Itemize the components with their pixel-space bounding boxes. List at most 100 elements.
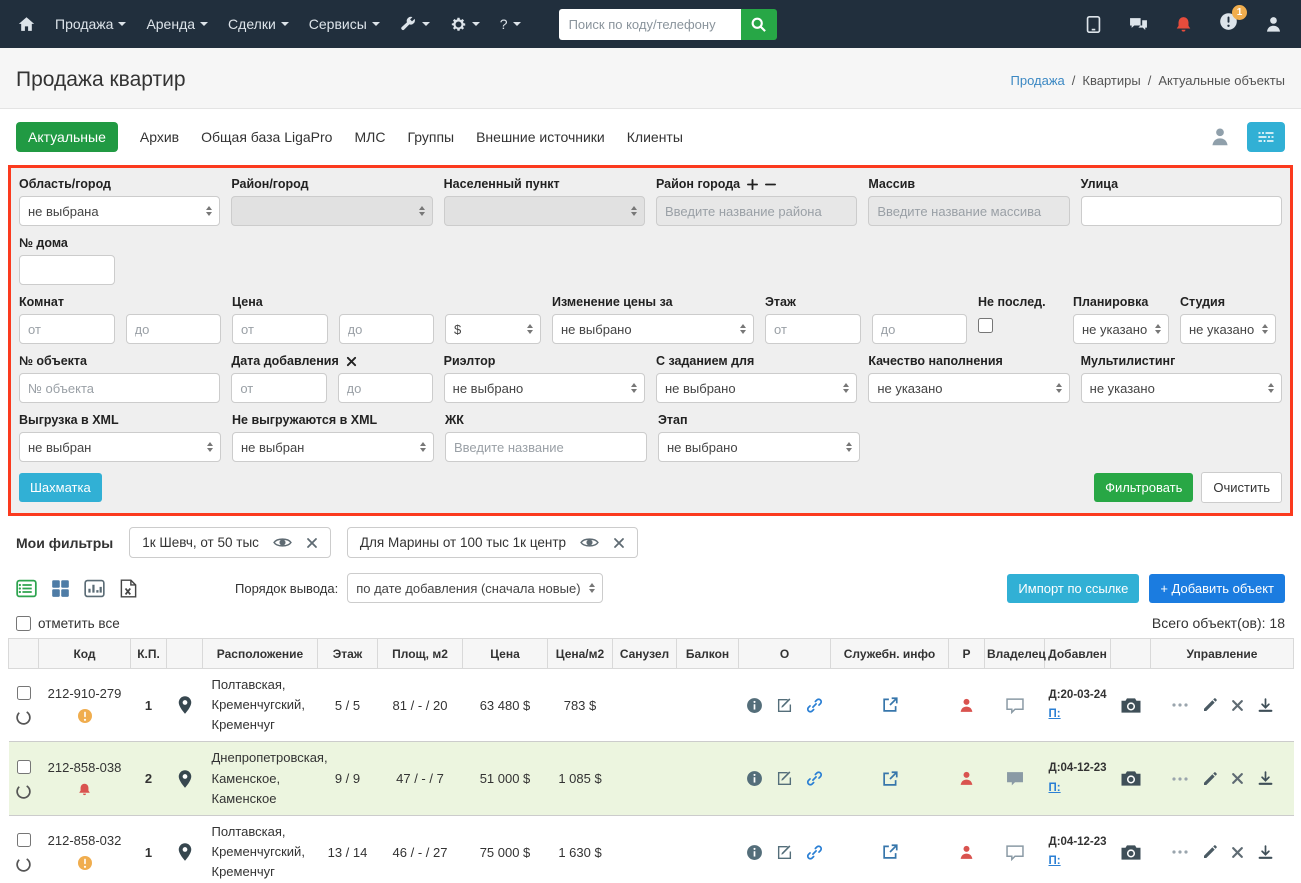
- tab-arhiv[interactable]: Архив: [140, 122, 179, 152]
- info-icon[interactable]: [746, 770, 763, 787]
- col-balcony[interactable]: Балкон: [676, 638, 739, 669]
- street-input[interactable]: [1080, 196, 1282, 226]
- published-link[interactable]: П:: [1049, 852, 1108, 872]
- list-view-icon[interactable]: [16, 579, 37, 598]
- map-pin-icon[interactable]: [175, 695, 195, 715]
- camera-icon[interactable]: [1120, 696, 1142, 715]
- warning-icon[interactable]: [77, 708, 93, 724]
- clear-button[interactable]: Очистить: [1201, 472, 1282, 503]
- currency-select[interactable]: $: [445, 314, 541, 344]
- region-select[interactable]: не выбрана: [19, 196, 221, 226]
- info-icon[interactable]: [746, 697, 763, 714]
- remove-filter-icon[interactable]: [306, 537, 318, 549]
- task-for-select[interactable]: не выбрано: [655, 373, 858, 403]
- external-link-icon[interactable]: [881, 770, 899, 788]
- massiv-input[interactable]: [868, 196, 1070, 226]
- device-icon[interactable]: [1084, 15, 1103, 34]
- col-area[interactable]: Площ, м2: [377, 638, 463, 669]
- row-select-checkbox[interactable]: [16, 686, 31, 701]
- rooms-from-input[interactable]: [19, 314, 115, 344]
- user-icon[interactable]: [1209, 126, 1231, 148]
- col-price[interactable]: Цена: [462, 638, 548, 669]
- row-select-checkbox[interactable]: [16, 833, 31, 848]
- col-bathroom[interactable]: Санузел: [612, 638, 677, 669]
- grid-view-icon[interactable]: [50, 579, 71, 598]
- eye-icon[interactable]: [273, 536, 292, 549]
- pencil-icon[interactable]: [1202, 771, 1218, 787]
- col-kp[interactable]: К.П.: [130, 638, 167, 669]
- city-district-input[interactable]: [655, 196, 858, 226]
- comment-filled-icon[interactable]: [1005, 770, 1025, 787]
- warning-icon[interactable]: [77, 855, 93, 871]
- col-management[interactable]: Управление: [1150, 638, 1294, 669]
- published-link[interactable]: П:: [1049, 705, 1108, 725]
- layout-select[interactable]: не указано: [1073, 314, 1169, 344]
- owner-person-icon[interactable]: [958, 770, 975, 787]
- date-to-input[interactable]: [337, 373, 433, 403]
- comment-icon[interactable]: [1005, 697, 1025, 714]
- import-by-link-button[interactable]: Импорт по ссылке: [1007, 573, 1140, 603]
- delete-icon[interactable]: [1231, 699, 1244, 712]
- xml-no-export-select[interactable]: не выбран: [232, 432, 434, 462]
- add-object-button[interactable]: + Добавить объект: [1149, 573, 1285, 603]
- remove-district-icon[interactable]: [765, 179, 777, 190]
- col-o[interactable]: О: [738, 638, 831, 669]
- bell-alert-icon[interactable]: [77, 782, 92, 797]
- floor-to-input[interactable]: [871, 314, 967, 344]
- edit-icon[interactable]: [776, 697, 793, 714]
- price-from-input[interactable]: [232, 314, 328, 344]
- filter-toggle-button[interactable]: [1247, 122, 1285, 152]
- col-owner[interactable]: Владелец: [984, 638, 1046, 669]
- help-menu[interactable]: ?: [500, 16, 521, 32]
- chat-icon[interactable]: [1129, 15, 1148, 34]
- settlement-select[interactable]: [443, 196, 645, 226]
- map-pin-icon[interactable]: [175, 842, 195, 862]
- download-icon[interactable]: [1257, 844, 1274, 861]
- not-last-checkbox[interactable]: [978, 318, 993, 333]
- edit-icon[interactable]: [776, 770, 793, 787]
- status-circle-icon[interactable]: [15, 783, 32, 800]
- order-select[interactable]: по дате добавления (сначала новые): [347, 573, 604, 603]
- eye-icon[interactable]: [580, 536, 599, 549]
- settings-menu[interactable]: [450, 16, 480, 33]
- more-actions-icon[interactable]: [1171, 776, 1189, 782]
- remove-filter-icon[interactable]: [613, 537, 625, 549]
- tab-klienty[interactable]: Клиенты: [627, 122, 683, 152]
- download-icon[interactable]: [1257, 697, 1274, 714]
- complex-input[interactable]: [445, 432, 647, 462]
- col-location[interactable]: Расположение: [202, 638, 318, 669]
- date-from-input[interactable]: [231, 373, 327, 403]
- more-actions-icon[interactable]: [1171, 849, 1189, 855]
- map-pin-icon[interactable]: [175, 769, 195, 789]
- clear-date-icon[interactable]: [346, 356, 357, 367]
- col-r[interactable]: Р: [948, 638, 985, 669]
- menu-servisy[interactable]: Сервисы: [309, 16, 380, 32]
- filter-button[interactable]: Фильтровать: [1094, 473, 1194, 502]
- floor-from-input[interactable]: [765, 314, 861, 344]
- col-added[interactable]: Добавлен: [1044, 638, 1111, 669]
- object-code[interactable]: 212-858-038: [42, 760, 128, 775]
- col-service-info[interactable]: Служебн. инфо: [830, 638, 949, 669]
- select-all-checkbox[interactable]: [16, 615, 31, 631]
- object-code[interactable]: 212-858-032: [42, 833, 128, 848]
- excel-export-icon[interactable]: [118, 578, 139, 598]
- object-id-input[interactable]: [19, 373, 221, 403]
- status-circle-icon[interactable]: [15, 709, 32, 726]
- realtor-select[interactable]: не выбрано: [443, 373, 645, 403]
- search-input[interactable]: [558, 8, 741, 40]
- alerts-indicator[interactable]: 1: [1219, 5, 1247, 36]
- col-floor[interactable]: Этаж: [317, 638, 378, 669]
- external-link-icon[interactable]: [881, 843, 899, 861]
- breadcrumb-link[interactable]: Продажа: [1011, 73, 1065, 88]
- link-icon[interactable]: [806, 697, 823, 714]
- edit-icon[interactable]: [776, 844, 793, 861]
- menu-arenda[interactable]: Аренда: [146, 16, 209, 32]
- rooms-to-input[interactable]: [125, 314, 221, 344]
- house-input[interactable]: [19, 255, 115, 285]
- status-circle-icon[interactable]: [15, 856, 32, 873]
- pencil-icon[interactable]: [1202, 697, 1218, 713]
- tab-obshchaya-baza[interactable]: Общая база LigaPro: [201, 122, 332, 152]
- link-icon[interactable]: [806, 844, 823, 861]
- camera-icon[interactable]: [1120, 769, 1142, 788]
- more-actions-icon[interactable]: [1171, 702, 1189, 708]
